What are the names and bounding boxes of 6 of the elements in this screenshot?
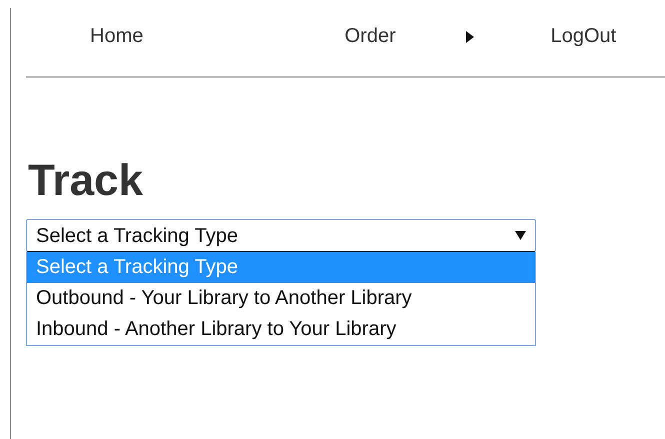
nav-link[interactable]: Home [90,24,144,48]
page-title: Track [28,155,144,207]
nav-link[interactable]: LogOut [550,24,616,48]
nav-link[interactable]: Order [344,24,396,48]
dropdown-arrow-icon [515,231,526,240]
select-field[interactable]: Select a Tracking Type [26,219,536,252]
